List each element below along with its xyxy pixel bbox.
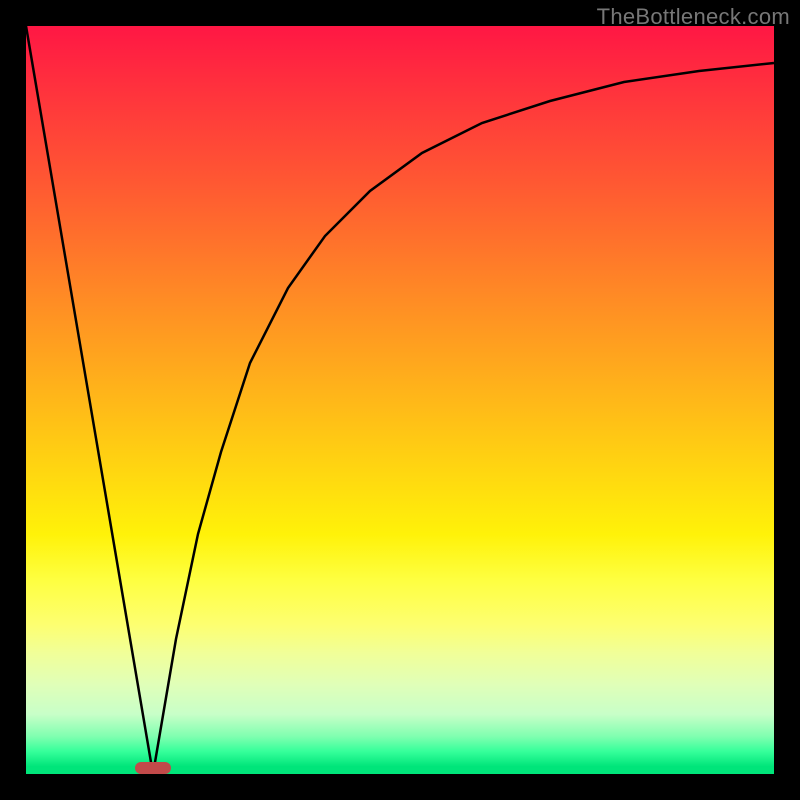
curve-left-leg: [26, 26, 153, 774]
bottleneck-curve: [26, 26, 774, 774]
curve-right-leg: [153, 63, 774, 774]
chart-frame: TheBottleneck.com: [0, 0, 800, 800]
